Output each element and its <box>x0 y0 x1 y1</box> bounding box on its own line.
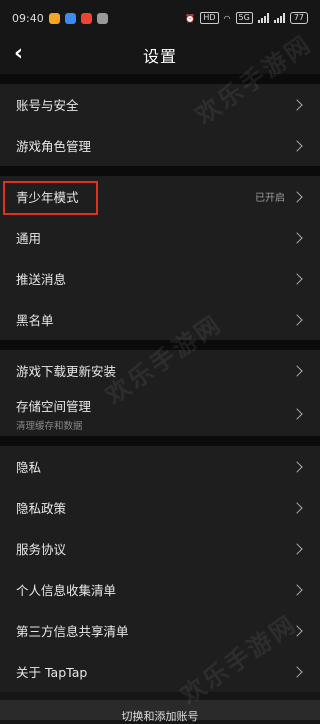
storage-section: 游戏下载更新安装 存储空间管理 清理缓存和数据 <box>0 350 320 436</box>
status-bar: 09:40 ⏰ HD ◠ 5G 77 <box>0 0 320 36</box>
settings-item-service-agreement[interactable]: 服务协议 <box>0 528 320 569</box>
settings-item-privacy-policy[interactable]: 隐私政策 <box>0 487 320 528</box>
settings-item-youth-mode[interactable]: 青少年模式 已开启 <box>0 176 320 217</box>
chevron-right-icon <box>291 624 303 637</box>
chevron-right-icon <box>291 542 303 555</box>
chevron-right-icon <box>291 313 303 326</box>
item-label: 存储空间管理 <box>16 398 92 414</box>
settings-item-storage[interactable]: 存储空间管理 清理缓存和数据 <box>0 391 320 436</box>
general-section: 青少年模式 已开启 通用 推送消息 黑名单 <box>0 176 320 340</box>
alarm-icon: ⏰ <box>185 13 196 23</box>
highlight-box <box>3 181 98 215</box>
settings-item-privacy[interactable]: 隐私 <box>0 446 320 487</box>
chevron-right-icon <box>291 231 303 244</box>
settings-item-blacklist[interactable]: 黑名单 <box>0 299 320 340</box>
settings-item-third-party-list[interactable]: 第三方信息共享清单 <box>0 610 320 651</box>
signal-icon <box>273 13 285 23</box>
account-section: 账号与安全 游戏角色管理 <box>0 84 320 166</box>
settings-item-personal-info-list[interactable]: 个人信息收集清单 <box>0 569 320 610</box>
network-badge: HD <box>200 12 219 24</box>
signal-icon <box>257 13 269 23</box>
network-type-badge: 5G <box>235 12 253 24</box>
chevron-right-icon <box>291 460 303 473</box>
app-notification-icon <box>48 12 60 24</box>
item-label: 隐私 <box>16 460 42 475</box>
app-notification-icon <box>64 12 76 24</box>
switch-account-button[interactable]: 切换和添加账号 <box>0 700 320 723</box>
item-label: 个人信息收集清单 <box>16 583 117 598</box>
settings-item-general[interactable]: 通用 <box>0 217 320 258</box>
item-label: 游戏下载更新安装 <box>16 364 117 379</box>
chevron-right-icon <box>291 272 303 285</box>
privacy-section: 隐私 隐私政策 服务协议 个人信息收集清单 第三方信息共享清单 关于 TapTa… <box>0 446 320 692</box>
section-divider <box>0 436 320 446</box>
section-divider <box>0 340 320 350</box>
item-label: 隐私政策 <box>16 501 67 516</box>
back-button[interactable]: ‹ <box>14 43 23 65</box>
settings-item-push[interactable]: 推送消息 <box>0 258 320 299</box>
app-notification-icon <box>96 12 108 24</box>
page-title: 设置 <box>142 47 177 66</box>
section-divider <box>0 74 320 84</box>
settings-item-download-install[interactable]: 游戏下载更新安装 <box>0 350 320 391</box>
chevron-right-icon <box>291 98 303 111</box>
item-label: 服务协议 <box>16 542 67 557</box>
app-notification-icon <box>80 12 92 24</box>
youth-mode-status: 已开启 <box>255 193 285 204</box>
section-divider <box>0 166 320 176</box>
clock: 09:40 <box>12 11 44 25</box>
settings-item-about[interactable]: 关于 TapTap <box>0 651 320 692</box>
chevron-right-icon <box>291 407 303 420</box>
battery-indicator: 77 <box>289 12 308 24</box>
chevron-right-icon <box>291 364 303 377</box>
item-label: 账号与安全 <box>16 98 79 113</box>
chevron-right-icon <box>291 583 303 596</box>
chevron-right-icon <box>291 665 303 678</box>
chevron-right-icon <box>291 139 303 152</box>
settings-item-account-security[interactable]: 账号与安全 <box>0 84 320 125</box>
chevron-right-icon <box>291 501 303 514</box>
item-label: 黑名单 <box>16 313 54 328</box>
item-label: 关于 TapTap <box>16 665 88 680</box>
item-subtitle: 清理缓存和数据 <box>16 420 83 432</box>
item-label: 游戏角色管理 <box>16 139 92 154</box>
item-label: 第三方信息共享清单 <box>16 624 129 639</box>
wifi-icon: ◠ <box>223 13 231 23</box>
settings-item-game-roles[interactable]: 游戏角色管理 <box>0 125 320 166</box>
chevron-right-icon <box>291 190 303 203</box>
app-header: ‹ 设置 <box>0 36 320 74</box>
item-label: 推送消息 <box>16 272 67 287</box>
item-label: 通用 <box>16 231 42 246</box>
